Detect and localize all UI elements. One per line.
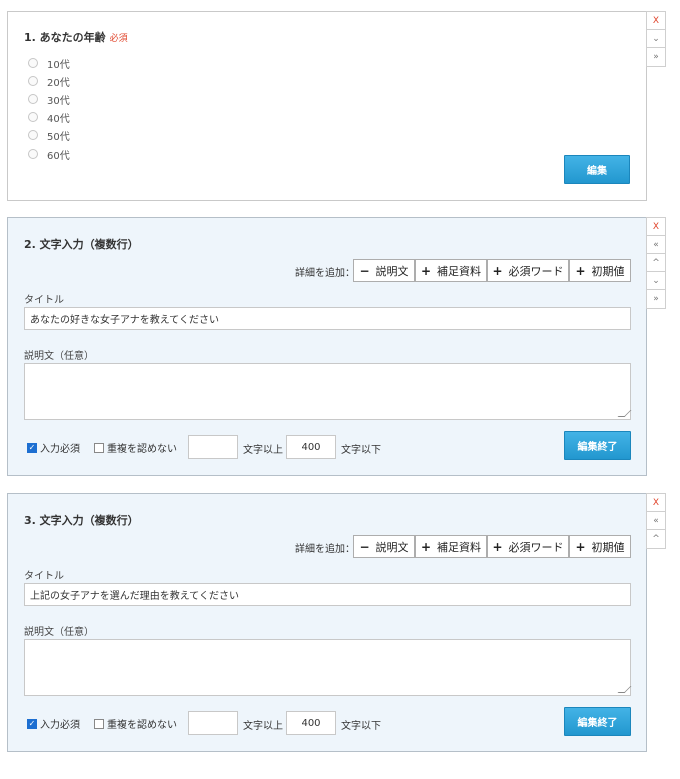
move-to-bottom-icon[interactable]: » xyxy=(647,290,665,308)
checkbox-icon[interactable] xyxy=(94,442,104,453)
radio-option[interactable]: 40代 xyxy=(28,110,70,125)
delete-question-icon[interactable]: X xyxy=(647,12,665,30)
plus-icon: + xyxy=(492,263,503,278)
checkbox-icon[interactable] xyxy=(94,718,104,729)
add-button-label: 説明文 xyxy=(375,264,409,278)
minus-icon: − xyxy=(359,263,370,278)
radio-option-label: 60代 xyxy=(47,150,70,162)
radio-circle-icon[interactable] xyxy=(28,130,38,140)
resize-handle-icon[interactable] xyxy=(617,410,632,417)
add-default-value-button[interactable]: + 初期値 xyxy=(569,259,631,282)
no-duplicate-checkbox[interactable]: 重複を認めない xyxy=(94,716,177,731)
radio-option[interactable]: 20代 xyxy=(28,74,70,89)
min-chars-unit: 文字以上 xyxy=(243,445,283,456)
add-detail-label: 詳細を追加： xyxy=(295,544,355,555)
radio-circle-icon[interactable] xyxy=(28,112,38,122)
max-chars-unit: 文字以下 xyxy=(341,445,381,456)
required-checkbox-label: 入力必須 xyxy=(40,444,80,455)
question-3-side-controls: X « ^ xyxy=(646,493,666,549)
plus-icon: + xyxy=(420,263,432,278)
question-title-text: 1. あなたの年齢 xyxy=(24,31,106,44)
add-supplement-button[interactable]: + 補足資料 xyxy=(415,535,487,558)
description-label: 説明文（任意） xyxy=(24,351,94,362)
min-chars-unit: 文字以上 xyxy=(243,721,283,732)
edit-button[interactable]: 編集 xyxy=(564,155,630,184)
delete-question-icon[interactable]: X xyxy=(647,494,665,512)
required-badge: 必須 xyxy=(109,34,128,44)
move-to-top-icon[interactable]: « xyxy=(647,236,665,254)
required-checkbox-label: 入力必須 xyxy=(40,720,80,731)
question-title: 3. 文字入力（複数行） xyxy=(24,514,139,527)
question-2-side-controls: X « ^ ⌄ » xyxy=(646,217,666,309)
move-up-icon[interactable]: ^ xyxy=(647,254,665,272)
remove-description-button[interactable]: − 説明文 xyxy=(353,535,415,558)
add-button-label: 補足資料 xyxy=(437,264,482,278)
minus-icon: − xyxy=(359,539,370,554)
title-label: タイトル xyxy=(24,295,64,306)
add-supplement-button[interactable]: + 補足資料 xyxy=(415,259,487,282)
add-default-value-button[interactable]: + 初期値 xyxy=(569,535,631,558)
radio-circle-icon[interactable] xyxy=(28,58,38,68)
finish-editing-button[interactable]: 編集終了 xyxy=(564,707,631,736)
required-checkbox[interactable]: ✓ 入力必須 xyxy=(27,440,80,455)
no-duplicate-checkbox-label: 重複を認めない xyxy=(107,444,177,455)
description-textarea[interactable] xyxy=(24,363,632,420)
radio-option-label: 10代 xyxy=(47,59,70,71)
plus-icon: + xyxy=(575,539,586,554)
resize-handle-icon[interactable] xyxy=(617,686,632,693)
finish-editing-button[interactable]: 編集終了 xyxy=(564,431,631,460)
radio-option[interactable]: 60代 xyxy=(28,147,70,162)
plus-icon: + xyxy=(420,539,432,554)
question-card-1: 1. あなたの年齢 必須 10代 20代 30代 40代 50代 60代 編集 xyxy=(7,11,647,201)
radio-option[interactable]: 30代 xyxy=(28,92,70,107)
radio-option-label: 40代 xyxy=(47,113,70,125)
description-label: 説明文（任意） xyxy=(24,627,94,638)
radio-option[interactable]: 50代 xyxy=(28,128,70,143)
move-to-top-icon[interactable]: « xyxy=(647,512,665,530)
remove-description-button[interactable]: − 説明文 xyxy=(353,259,415,282)
question-1-side-controls: X ⌄ » xyxy=(646,11,666,67)
title-input[interactable]: あなたの好きな女子アナを教えてください xyxy=(24,307,631,330)
max-chars-unit: 文字以下 xyxy=(341,721,381,732)
add-button-label: 必須ワード xyxy=(508,540,564,554)
question-title: 1. あなたの年齢 必須 xyxy=(24,29,128,45)
add-button-label: 説明文 xyxy=(375,540,409,554)
checkbox-checked-icon[interactable]: ✓ xyxy=(27,718,37,729)
add-button-label: 必須ワード xyxy=(508,264,564,278)
add-required-word-button[interactable]: + 必須ワード xyxy=(487,535,569,558)
move-down-icon[interactable]: ⌄ xyxy=(647,272,665,290)
plus-icon: + xyxy=(575,263,586,278)
add-required-word-button[interactable]: + 必須ワード xyxy=(487,259,569,282)
plus-icon: + xyxy=(492,539,503,554)
min-chars-input[interactable] xyxy=(188,435,238,459)
max-chars-input[interactable]: 400 xyxy=(286,711,336,735)
title-label: タイトル xyxy=(24,571,64,582)
required-checkbox[interactable]: ✓ 入力必須 xyxy=(27,716,80,731)
add-button-label: 補足資料 xyxy=(437,540,482,554)
no-duplicate-checkbox[interactable]: 重複を認めない xyxy=(94,440,177,455)
move-up-icon[interactable]: ^ xyxy=(647,530,665,548)
radio-circle-icon[interactable] xyxy=(28,149,38,159)
move-to-bottom-icon[interactable]: » xyxy=(647,48,665,66)
radio-option-label: 30代 xyxy=(47,95,70,107)
radio-circle-icon[interactable] xyxy=(28,76,38,86)
no-duplicate-checkbox-label: 重複を認めない xyxy=(107,720,177,731)
radio-option-label: 50代 xyxy=(47,131,70,143)
question-card-2: 2. 文字入力（複数行） 詳細を追加： − 説明文 + 補足資料 + 必須ワード + 初… xyxy=(7,217,647,476)
add-button-label: 初期値 xyxy=(591,264,625,278)
delete-question-icon[interactable]: X xyxy=(647,218,665,236)
radio-circle-icon[interactable] xyxy=(28,94,38,104)
title-input[interactable]: 上記の女子アナを選んだ理由を教えてください xyxy=(24,583,631,606)
question-title: 2. 文字入力（複数行） xyxy=(24,238,139,251)
add-detail-label: 詳細を追加： xyxy=(295,268,355,279)
description-textarea[interactable] xyxy=(24,639,632,696)
add-button-label: 初期値 xyxy=(591,540,625,554)
min-chars-input[interactable] xyxy=(188,711,238,735)
checkbox-checked-icon[interactable]: ✓ xyxy=(27,442,37,453)
move-down-icon[interactable]: ⌄ xyxy=(647,30,665,48)
question-card-3: 3. 文字入力（複数行） 詳細を追加： − 説明文 + 補足資料 + 必須ワード + 初… xyxy=(7,493,647,752)
radio-option[interactable]: 10代 xyxy=(28,56,70,71)
max-chars-input[interactable]: 400 xyxy=(286,435,336,459)
radio-option-label: 20代 xyxy=(47,77,70,89)
